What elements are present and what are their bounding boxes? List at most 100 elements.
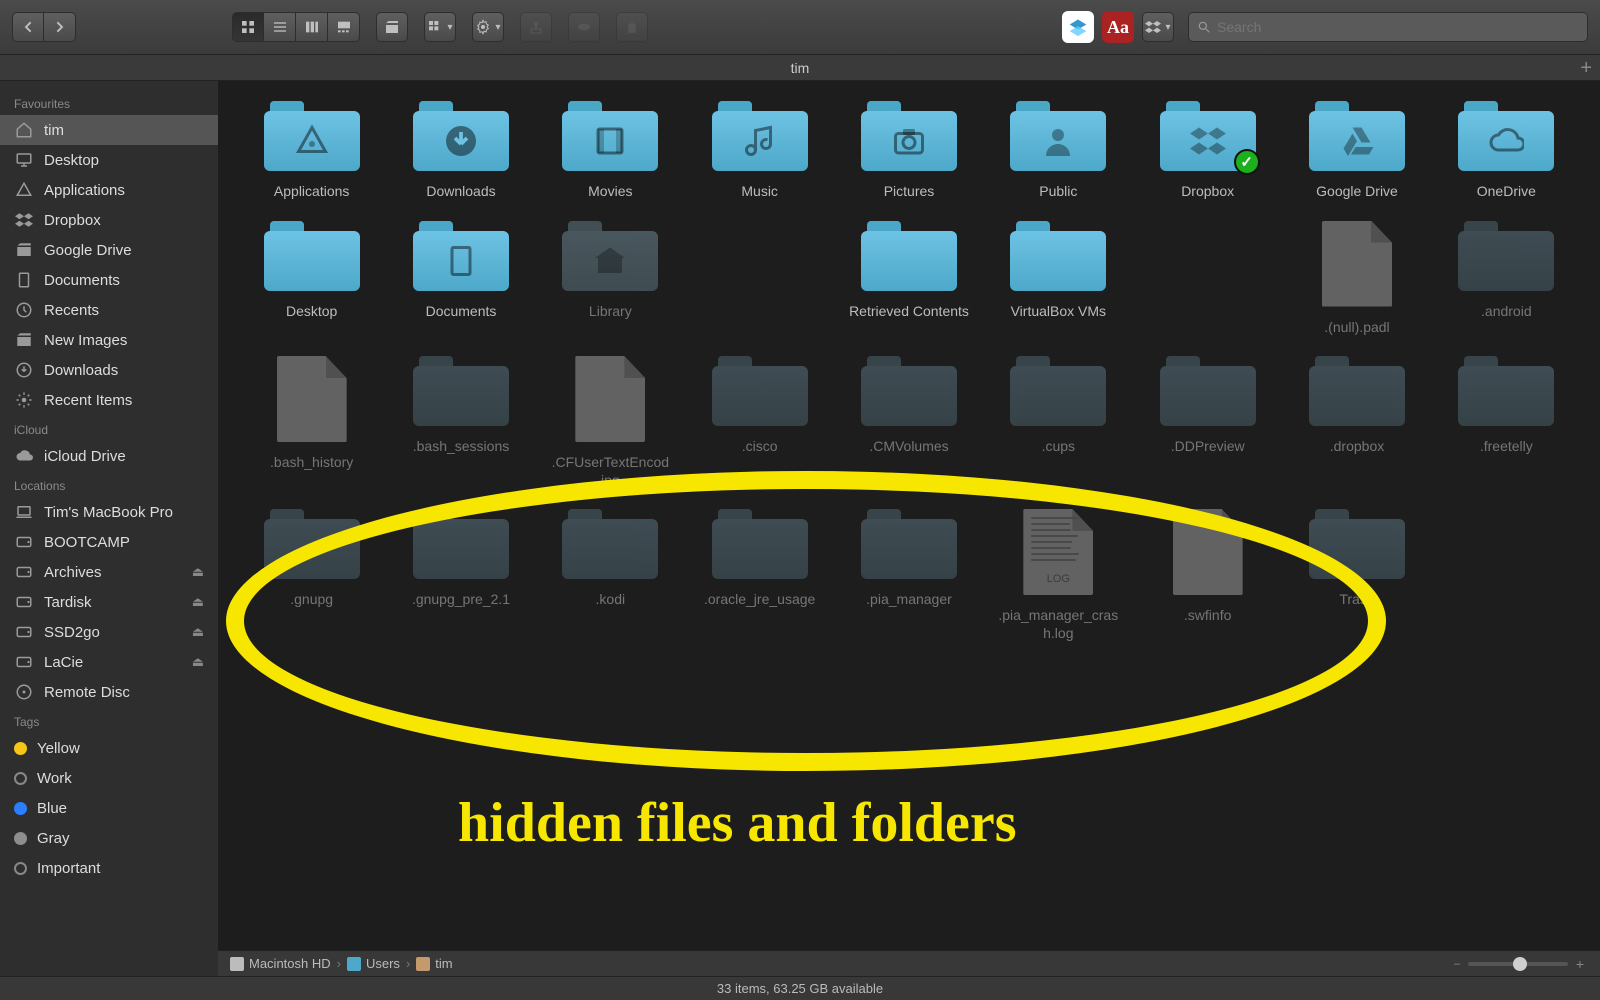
file-item[interactable]: Applications <box>242 101 381 201</box>
sidebar-item-downloads[interactable]: Downloads <box>0 355 218 385</box>
folder-icon <box>264 221 360 291</box>
file-item[interactable]: .gnupg_pre_2.1 <box>391 509 530 642</box>
share-button[interactable] <box>520 12 552 42</box>
sidebar-item-label: Important <box>37 860 100 877</box>
file-item[interactable]: VirtualBox VMs <box>989 221 1128 337</box>
path-crumb[interactable]: tim <box>416 956 452 971</box>
file-item[interactable]: Documents <box>391 221 530 337</box>
file-item[interactable]: LOG.pia_manager_crash.log <box>989 509 1128 642</box>
sidebar-header: Locations <box>0 471 218 497</box>
folder-icon <box>14 240 34 260</box>
action-button[interactable]: ▾ <box>472 12 504 42</box>
file-item[interactable]: OneDrive <box>1437 101 1576 201</box>
folder-icon <box>264 101 360 171</box>
search-field-wrap[interactable] <box>1188 12 1588 42</box>
status-bar: 33 items, 63.25 GB available <box>0 976 1600 1000</box>
sidebar-item-tim[interactable]: tim <box>0 115 218 145</box>
file-item[interactable]: .swfinfo <box>1138 509 1277 642</box>
file-item[interactable]: .bash_history <box>242 356 381 489</box>
file-item[interactable]: Desktop <box>242 221 381 337</box>
file-item[interactable]: .cisco <box>690 356 829 489</box>
file-label: Retrieved Contents <box>849 303 969 321</box>
sidebar-item-gray[interactable]: Gray <box>0 823 218 853</box>
icon-view-button[interactable] <box>232 12 264 42</box>
file-item[interactable]: .DDPreview <box>1138 356 1277 489</box>
sidebar-item-important[interactable]: Important <box>0 853 218 883</box>
file-pane: ApplicationsDownloadsMoviesMusicPictures… <box>218 81 1600 976</box>
file-item[interactable]: Downloads <box>391 101 530 201</box>
file-item[interactable]: .kodi <box>541 509 680 642</box>
sidebar-item-desktop[interactable]: Desktop <box>0 145 218 175</box>
app-icon-dictionary[interactable]: Aa <box>1102 11 1134 43</box>
sidebar-item-applications[interactable]: Applications <box>0 175 218 205</box>
file-item[interactable]: .CFUserTextEncoding <box>541 356 680 489</box>
file-item[interactable]: Movies <box>541 101 680 201</box>
sidebar-item-blue[interactable]: Blue <box>0 793 218 823</box>
sidebar-item-tim-s-macbook-pro[interactable]: Tim's MacBook Pro <box>0 497 218 527</box>
sidebar-item-label: Yellow <box>37 740 80 757</box>
sidebar-item-icloud-drive[interactable]: iCloud Drive <box>0 441 218 471</box>
file-item[interactable]: .oracle_jre_usage <box>690 509 829 642</box>
eject-icon[interactable]: ⏏ <box>192 564 204 580</box>
forward-button[interactable] <box>44 12 76 42</box>
file-item[interactable]: .gnupg <box>242 509 381 642</box>
path-crumb[interactable]: Users <box>347 956 400 971</box>
file-item[interactable]: .cups <box>989 356 1128 489</box>
eject-icon[interactable]: ⏏ <box>192 624 204 640</box>
icon-size-slider[interactable]: – + <box>1454 956 1584 972</box>
search-input[interactable] <box>1217 19 1579 35</box>
file-item[interactable]: Pictures <box>839 101 978 201</box>
sidebar-item-archives[interactable]: Archives⏏ <box>0 557 218 587</box>
file-item[interactable]: Retrieved Contents <box>839 221 978 337</box>
file-item[interactable]: .(null).padl <box>1287 221 1426 337</box>
eject-icon[interactable]: ⏏ <box>192 654 204 670</box>
file-item[interactable]: .pia_manager <box>839 509 978 642</box>
file-item[interactable]: .bash_sessions <box>391 356 530 489</box>
arrange-button[interactable]: ▾ <box>424 12 456 42</box>
sidebar-item-recents[interactable]: Recents <box>0 295 218 325</box>
path-crumb[interactable]: Macintosh HD <box>230 956 331 971</box>
file-item[interactable]: Music <box>690 101 829 201</box>
back-button[interactable] <box>12 12 44 42</box>
sidebar-item-label: Recent Items <box>44 392 132 409</box>
file-item[interactable]: Public <box>989 101 1128 201</box>
sidebar-item-recent-items[interactable]: Recent Items <box>0 385 218 415</box>
file-item[interactable]: Dropbox <box>1138 101 1277 201</box>
sidebar-item-ssd2go[interactable]: SSD2go ⏏ <box>0 617 218 647</box>
sidebar-item-bootcamp[interactable]: BOOTCAMP <box>0 527 218 557</box>
column-view-button[interactable] <box>296 12 328 42</box>
app-icon-1[interactable] <box>1062 11 1094 43</box>
file-item[interactable]: Google Drive <box>1287 101 1426 201</box>
sidebar-item-google-drive[interactable]: Google Drive <box>0 235 218 265</box>
file-item[interactable]: Trash <box>1287 509 1426 642</box>
sidebar-item-tardisk[interactable]: Tardisk⏏ <box>0 587 218 617</box>
delete-button[interactable] <box>616 12 648 42</box>
path-bar: Macintosh HD›Users›tim – + <box>218 950 1600 976</box>
file-item[interactable]: Library <box>541 221 680 337</box>
list-view-button[interactable] <box>264 12 296 42</box>
folder-icon <box>1458 356 1554 426</box>
gallery-view-button[interactable] <box>328 12 360 42</box>
new-tab-button[interactable]: + <box>1580 57 1592 80</box>
sidebar-item-work[interactable]: Work <box>0 763 218 793</box>
sidebar-item-documents[interactable]: Documents <box>0 265 218 295</box>
sidebar-item-new-images[interactable]: New Images <box>0 325 218 355</box>
file-item[interactable]: .dropbox <box>1287 356 1426 489</box>
tags-button[interactable] <box>568 12 600 42</box>
sidebar-item-label: SSD2go <box>44 624 100 641</box>
view-mode-group <box>232 12 360 42</box>
sidebar-item-yellow[interactable]: Yellow <box>0 733 218 763</box>
hd-icon <box>14 652 34 672</box>
sidebar-item-lacie[interactable]: LaCie⏏ <box>0 647 218 677</box>
eject-icon[interactable]: ⏏ <box>192 594 204 610</box>
dropbox-menu-button[interactable]: ▾ <box>1142 12 1174 42</box>
sidebar-item-dropbox[interactable]: Dropbox <box>0 205 218 235</box>
sidebar-item-label: Tim's MacBook Pro <box>44 504 173 521</box>
file-label: .oracle_jre_usage <box>704 591 815 609</box>
file-item[interactable]: .CMVolumes <box>839 356 978 489</box>
sidebar-item-remote-disc[interactable]: Remote Disc <box>0 677 218 707</box>
group-button[interactable] <box>376 12 408 42</box>
file-item[interactable]: .android <box>1437 221 1576 337</box>
tag-dot-icon <box>14 772 27 785</box>
file-item[interactable]: .freetelly <box>1437 356 1576 489</box>
